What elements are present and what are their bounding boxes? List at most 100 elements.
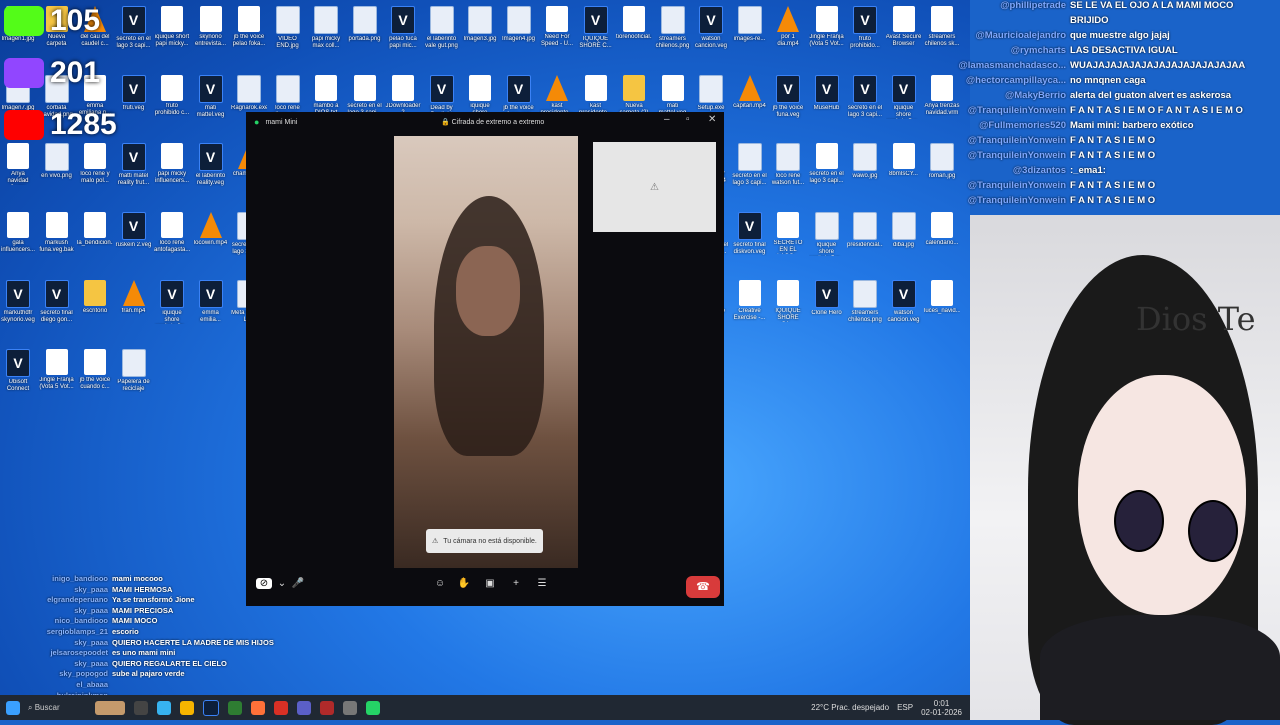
desktop-icon[interactable]: fruto prohibido c... <box>154 74 190 117</box>
chrome-icon[interactable] <box>274 700 288 715</box>
desktop-icon[interactable]: Viquique shore capitulo 5 v... <box>886 74 922 119</box>
desktop-icon[interactable]: portada.png <box>347 6 383 50</box>
desktop-icon[interactable]: Vsecreto en el lago 3 capi... <box>847 74 883 119</box>
desktop-icon[interactable]: Vsecreto en el lago 3 capi... <box>116 6 152 50</box>
desktop-icon[interactable]: VIDEO END.jpg <box>270 6 306 50</box>
desktop-icon[interactable]: V MuseHub <box>809 74 845 119</box>
desktop-icon[interactable]: loco rene antofagasta... <box>154 211 190 254</box>
microphone-button[interactable]: 🎤 <box>290 578 306 589</box>
desktop-icon[interactable]: jb the voice pelao foka... <box>231 6 267 48</box>
teams-icon[interactable] <box>297 700 311 715</box>
desktop-icon[interactable]: iquique shore capitulo fin... <box>462 74 498 117</box>
desktop-icon[interactable]: 8bmIsCY... <box>886 143 922 185</box>
desktop-icon[interactable]: Vwatson cancion.veg <box>693 6 729 50</box>
desktop-icon[interactable]: V Ubisoft Connect <box>0 348 36 393</box>
desktop-icon[interactable]: Avast Secure Browser <box>886 6 922 48</box>
desktop-icon[interactable]: Vsecreto final diego gon... <box>39 280 75 324</box>
vegas-app-icon[interactable] <box>203 699 219 716</box>
desktop-icon[interactable]: Vruskein 2.veg <box>116 211 152 256</box>
desktop-icon[interactable]: Imagen3.jpg <box>462 6 498 50</box>
desktop-icon[interactable]: streamers chilenos.png <box>847 280 883 324</box>
desktop-icon[interactable]: Need For Speed - U... <box>539 6 575 48</box>
desktop-icon[interactable]: iquique short papi micky... <box>154 6 190 48</box>
desktop-icon[interactable]: V Clone Hero <box>809 280 845 324</box>
emoji-button[interactable]: ☺ <box>432 578 448 589</box>
desktop-icon[interactable]: IQUIQUE SHORE CA... <box>770 280 806 322</box>
search-box[interactable]: ⌕ Buscar <box>28 703 86 713</box>
desktop-icon[interactable]: Vfruto prohibido... <box>847 6 883 50</box>
desktop-icon[interactable]: kast presidente... <box>539 74 575 117</box>
desktop-icon[interactable]: tiorenooficial... <box>616 6 652 48</box>
desktop-icon[interactable]: Vmatti matel reality frut... <box>116 143 152 187</box>
store-icon[interactable] <box>228 700 242 715</box>
desktop-icon[interactable]: papi micky influencers... <box>154 143 190 185</box>
desktop-icon[interactable]: diba.jpg <box>886 211 922 256</box>
desktop-icon[interactable]: roman.jpg <box>924 143 960 187</box>
desktop-icon[interactable]: secreto en el lago 3 capi... <box>732 143 768 187</box>
desktop-icon[interactable]: la_bendicion... <box>77 211 113 254</box>
desktop-icon[interactable]: loco rene y malo pol... <box>77 143 113 185</box>
settings-icon[interactable] <box>343 700 357 715</box>
desktop-icon[interactable]: Vjb the voice funa.veg <box>770 74 806 119</box>
desktop-icon[interactable]: Viquique shore capitulo fin... <box>154 280 190 324</box>
desktop-icon[interactable]: el laberinto vale gut.png <box>424 6 460 50</box>
desktop-icon[interactable]: Nueva carpeta (2) <box>616 74 652 117</box>
desktop-icon[interactable]: Vwatson cancion.veg <box>886 280 922 324</box>
desktop-icon[interactable]: Vemma emilia... <box>193 280 229 324</box>
desktop-icon[interactable]: Vmati mattel.veg <box>193 74 229 119</box>
camera-options-chevron-icon[interactable]: ⌄ <box>274 578 290 589</box>
desktop-icon[interactable]: markush funa.veg.bak <box>39 211 75 254</box>
raise-hand-button[interactable]: ✋ <box>456 578 472 589</box>
desktop-icon[interactable]: Vel laberinto reality.veg <box>193 143 229 187</box>
desktop-icon[interactable]: jb the voice cuando c... <box>77 348 113 391</box>
desktop-icon[interactable]: skynorio entrevista... <box>193 6 229 48</box>
desktop-icon[interactable]: fran.mp4 <box>116 280 152 322</box>
desktop-icon[interactable]: locowin.mp4 <box>193 211 229 254</box>
edge-browser-icon[interactable] <box>157 700 171 715</box>
end-call-button[interactable]: ☎ <box>686 576 720 598</box>
start-windows-icon[interactable] <box>6 700 20 715</box>
desktop-icon[interactable]: por 1 dia.mp4 <box>770 6 806 48</box>
call-window[interactable]: ● mami Mini 🔒 Cifrada de extremo a extre… <box>246 112 724 606</box>
firefox-icon[interactable] <box>251 700 265 715</box>
desktop-icon[interactable]: iquique shore capitulo 5 p... <box>809 211 845 256</box>
opera-icon[interactable] <box>320 700 334 715</box>
desktop-icon[interactable]: mati mattel.veg <box>655 74 691 117</box>
desktop-icon[interactable]: calendario... <box>924 211 960 254</box>
desktop-icon[interactable]: gala influencers... <box>0 211 36 254</box>
desktop-icon[interactable]: JDownloader 2 <box>385 74 421 117</box>
desktop-icon[interactable]: Jingle Franja (Vota 5 Vot... <box>39 348 75 391</box>
whatsapp-taskbar-icon[interactable] <box>366 700 380 715</box>
desktop-icon[interactable]: escritorio <box>77 280 113 322</box>
desktop-icon[interactable]: Vmarkuthdfr skynorio.veg <box>0 280 36 324</box>
share-screen-button[interactable]: ▣ <box>482 578 498 589</box>
maximize-button[interactable]: ▫ <box>686 114 690 125</box>
add-participant-button[interactable]: + <box>508 578 524 589</box>
desktop-icon[interactable]: Anya navidad 2.vrm <box>0 143 36 185</box>
desktop-icon[interactable]: en vivo.png <box>39 143 75 187</box>
desktop-icon[interactable]: Vpelao fuca papi mic... <box>385 6 421 50</box>
desktop-icon[interactable]: Vfruti.veg <box>116 74 152 119</box>
close-button[interactable]: ✕ <box>708 114 716 125</box>
task-view-icon[interactable] <box>134 700 148 715</box>
desktop-icon[interactable]: streamers chilenos.png <box>655 6 691 50</box>
desktop-icon[interactable]: wawo.jpg <box>847 143 883 187</box>
desktop-icon[interactable]: images-re... <box>732 6 768 50</box>
desktop-icon[interactable]: capitan.mp4 <box>732 74 768 117</box>
desktop-icon[interactable]: Creative Exercise -... <box>732 280 768 322</box>
file-explorer-icon[interactable] <box>180 700 194 715</box>
weather-widget[interactable]: 22°C Prac. despejado <box>811 703 889 712</box>
language-indicator[interactable]: ESP <box>897 703 913 712</box>
desktop-icon[interactable]: secreto en el lago 3 capi... <box>347 74 383 117</box>
desktop-icon[interactable]: mambo a DIOS.txt <box>308 74 344 117</box>
minimize-button[interactable]: – <box>664 114 670 125</box>
desktop-icon[interactable]: Papelera de reciclaje <box>116 348 152 393</box>
desktop-icon[interactable]: presidencial... <box>847 211 883 256</box>
more-options-button[interactable]: ☰ <box>534 578 550 589</box>
desktop-icon[interactable]: loco rene watson fut... <box>770 143 806 187</box>
desktop-icon[interactable]: luces_navid... <box>924 280 960 322</box>
desktop-icon[interactable]: kast presidente... <box>578 74 614 117</box>
desktop-icon[interactable]: Jingle Franja (Vota 5 Vot... <box>809 6 845 48</box>
desktop-icon[interactable]: papi micky max coll... <box>308 6 344 50</box>
desktop-icon[interactable]: SECRETO EN EL LAGO... <box>770 211 806 254</box>
